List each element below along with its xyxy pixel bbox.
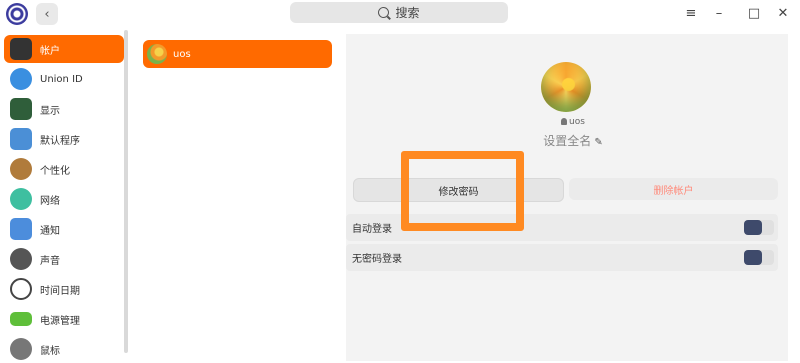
clock-icon <box>10 278 32 300</box>
speaker-icon <box>10 248 32 270</box>
auto-login-label: 自动登录 <box>352 224 392 235</box>
notification-icon <box>10 218 32 240</box>
account-icon <box>10 38 32 60</box>
monitor-icon <box>10 98 32 120</box>
avatar <box>147 44 167 64</box>
sidebar-item-network[interactable]: 网络 <box>4 185 124 213</box>
sidebar-item-default-apps[interactable]: 默认程序 <box>4 125 124 153</box>
passwordless-login-toggle[interactable] <box>744 250 774 265</box>
sidebar-item-mouse[interactable]: 鼠标 <box>4 335 124 363</box>
pencil-icon[interactable]: ✎ <box>594 137 602 148</box>
sidebar-item-accounts[interactable]: 帐户 <box>4 35 124 63</box>
sidebar-item-display[interactable]: 显示 <box>4 95 124 123</box>
menu-icon: ≡ <box>685 5 697 21</box>
palette-icon <box>10 158 32 180</box>
toggle-knob <box>744 250 762 265</box>
maximize-icon: □ <box>747 5 761 21</box>
sidebar: 帐户 Union ID 显示 默认程序 个性化 网络 通知 声音 时间日期 电源… <box>0 28 130 361</box>
passwordless-login-row: 无密码登录 <box>346 244 778 271</box>
username: uos <box>346 117 800 127</box>
delete-account-label: 删除帐户 <box>653 185 694 197</box>
account-name: uos <box>173 48 191 60</box>
account-list: uos <box>138 34 338 361</box>
battery-icon <box>10 312 32 326</box>
cloud-icon <box>10 68 32 90</box>
minimize-button[interactable]: – <box>708 2 730 24</box>
menu-button[interactable]: ≡ <box>680 2 702 24</box>
close-icon: ✕ <box>777 5 789 21</box>
sidebar-item-label: 默认程序 <box>40 135 80 147</box>
sidebar-item-personalization[interactable]: 个性化 <box>4 155 124 183</box>
fullname-placeholder: 设置全名 <box>543 134 592 148</box>
mouse-icon <box>10 338 32 360</box>
sidebar-item-label: Union ID <box>40 73 83 85</box>
sidebar-item-label: 网络 <box>40 195 60 207</box>
auto-login-toggle[interactable] <box>744 220 774 235</box>
default-apps-icon <box>10 128 32 150</box>
sidebar-item-sound[interactable]: 声音 <box>4 245 124 273</box>
sidebar-item-notification[interactable]: 通知 <box>4 215 124 243</box>
passwordless-login-label: 无密码登录 <box>352 254 402 265</box>
account-item[interactable]: uos <box>143 40 332 68</box>
sidebar-item-label: 个性化 <box>40 165 70 177</box>
fullname-field[interactable]: 设置全名 ✎ <box>346 132 800 149</box>
search-input[interactable]: 搜索 <box>290 2 508 23</box>
back-button[interactable]: ‹ <box>36 3 58 25</box>
search-icon <box>378 7 390 18</box>
highlight-box <box>401 151 524 231</box>
close-button[interactable]: ✕ <box>772 2 794 24</box>
username-text: uos <box>569 117 585 127</box>
titlebar: ‹ 搜索 ≡ – □ ✕ <box>0 0 800 28</box>
sidebar-item-label: 电源管理 <box>40 315 80 327</box>
app-logo-icon <box>6 3 28 25</box>
chevron-left-icon: ‹ <box>44 6 50 22</box>
maximize-button[interactable]: □ <box>743 2 765 24</box>
sidebar-item-label: 显示 <box>40 105 60 117</box>
sidebar-item-label: 帐户 <box>40 45 60 57</box>
sidebar-item-label: 时间日期 <box>40 285 80 297</box>
sidebar-item-label: 声音 <box>40 255 60 267</box>
toggle-knob <box>744 220 762 235</box>
network-icon <box>10 188 32 210</box>
search-label: 搜索 <box>395 6 420 20</box>
detail-scroll-gutter <box>788 34 800 361</box>
sidebar-item-power[interactable]: 电源管理 <box>4 305 124 333</box>
sidebar-item-label: 鼠标 <box>40 345 60 357</box>
avatar[interactable] <box>541 62 591 112</box>
delete-account-button[interactable]: 删除帐户 <box>569 178 778 200</box>
minimize-icon: – <box>715 5 723 21</box>
sidebar-item-union-id[interactable]: Union ID <box>4 65 124 93</box>
sidebar-item-label: 通知 <box>40 225 60 237</box>
sidebar-scrollbar[interactable] <box>124 30 128 353</box>
sidebar-item-datetime[interactable]: 时间日期 <box>4 275 124 303</box>
user-icon <box>561 118 568 125</box>
